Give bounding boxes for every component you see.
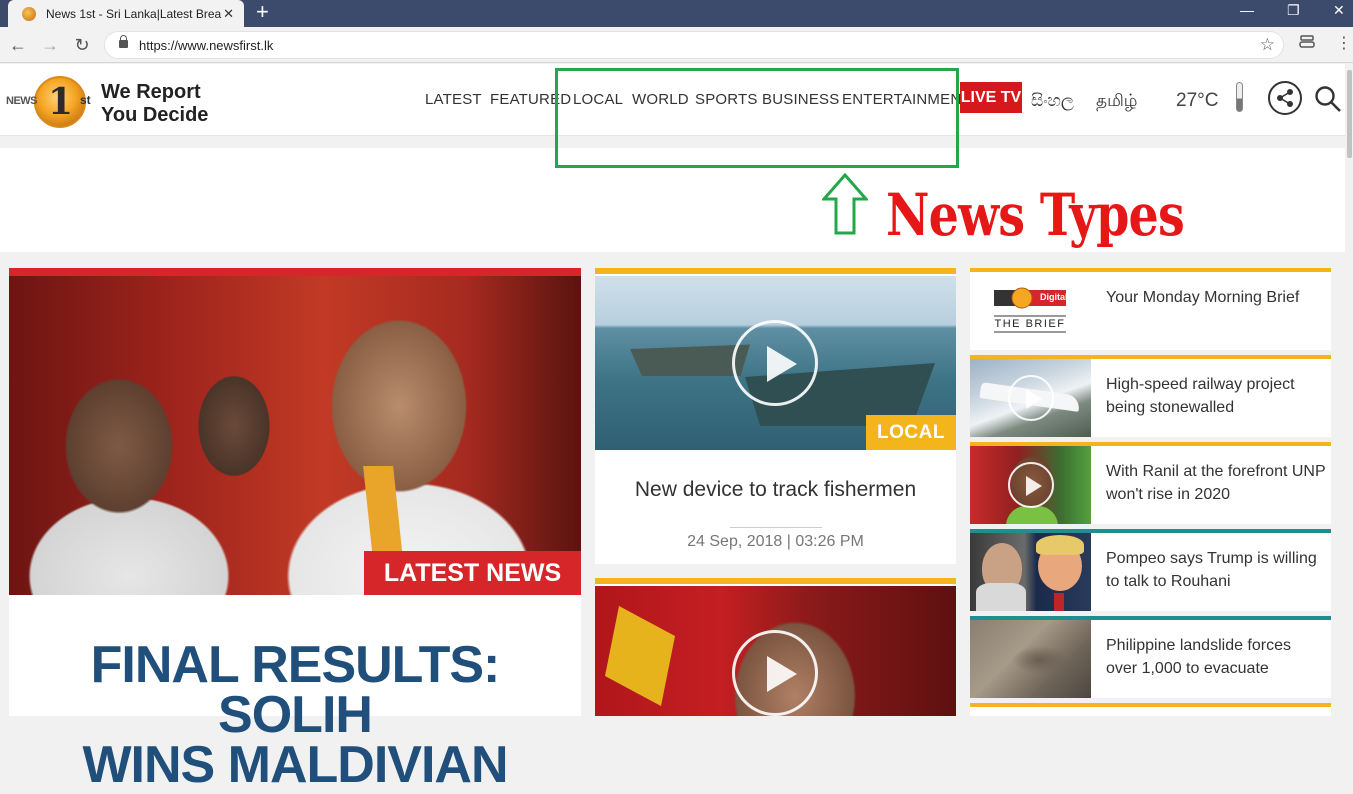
nav-latest[interactable]: LATEST: [425, 91, 482, 108]
hair-shape: [1036, 535, 1084, 555]
extension-icon[interactable]: [1299, 35, 1315, 52]
pompeo-thumbnail[interactable]: [970, 533, 1091, 611]
hero-headline[interactable]: FINAL RESULTS: SOLIH WINS MALDIVIAN: [9, 636, 581, 794]
shirt-shape: [1006, 506, 1058, 524]
annotation-highlight-box: [555, 68, 959, 168]
play-video-icon[interactable]: [1008, 462, 1054, 508]
reload-icon[interactable]: ↻: [70, 33, 94, 57]
sidebar-item-next[interactable]: [970, 703, 1331, 716]
browser-tab[interactable]: News 1st - Sri Lanka|Latest Breaking New…: [8, 0, 244, 27]
lang-tamil-link[interactable]: தமிழ்: [1096, 91, 1138, 113]
site-favicon-icon: [22, 6, 36, 21]
site-logo[interactable]: NEWS 1 st: [6, 75, 96, 129]
scrollbar-thumb[interactable]: [1347, 70, 1352, 158]
bookmark-star-icon[interactable]: ☆: [1260, 35, 1275, 55]
hero-image[interactable]: [9, 276, 581, 595]
hero-headline-line1: FINAL RESULTS: SOLIH: [90, 636, 501, 744]
play-video-icon[interactable]: [1008, 375, 1054, 421]
tie-shape: [1054, 593, 1064, 611]
annotation-up-arrow-icon: [822, 173, 868, 235]
browser-toolbar: ← → ↻ https://www.newsfirst.lk ☆ ⋮: [0, 27, 1353, 63]
lang-sinhala-link[interactable]: සිංහල: [1031, 91, 1074, 111]
hero-headline-line2: WINS MALDIVIAN: [82, 736, 508, 794]
unp-thumbnail[interactable]: [970, 446, 1091, 524]
play-video-icon[interactable]: [732, 320, 818, 406]
page-scrollbar[interactable]: [1345, 64, 1353, 716]
beard-shape: [976, 583, 1026, 611]
logo-st-text: st: [80, 93, 91, 107]
sidebar-item-title[interactable]: Philippine landslide forces over 1,000 t…: [1106, 634, 1326, 680]
search-icon[interactable]: [1314, 85, 1342, 113]
tab-close-icon[interactable]: ✕: [223, 6, 234, 22]
tab-title: News 1st - Sri Lanka|Latest Breaking New…: [46, 6, 222, 21]
forward-icon[interactable]: →: [38, 33, 62, 57]
lock-icon: [119, 35, 128, 48]
story-title[interactable]: New device to track fishermen: [595, 478, 956, 502]
sidebar-item-railway[interactable]: High-speed railway project being stonewa…: [970, 355, 1331, 437]
new-tab-button[interactable]: +: [256, 1, 269, 23]
railway-thumbnail[interactable]: [970, 359, 1091, 437]
tagline-line1: We Report: [101, 81, 201, 103]
back-icon[interactable]: ←: [6, 33, 30, 57]
sidebar-item-unp[interactable]: With Ranil at the forefront UNP won't ri…: [970, 442, 1331, 524]
local-category-badge[interactable]: LOCAL: [866, 415, 956, 450]
story-image-second[interactable]: [595, 586, 956, 716]
brief-digital-text: Digital: [1040, 292, 1068, 302]
url-text[interactable]: https://www.newsfirst.lk: [139, 38, 273, 53]
live-tv-button[interactable]: LIVE TV: [960, 82, 1022, 113]
sidebar-item-brief[interactable]: Digital THE BRIEF Your Monday Morning Br…: [970, 268, 1331, 350]
thermometer-icon: [1236, 82, 1243, 112]
sidebar-item-pompeo[interactable]: Pompeo says Trump is willing to talk to …: [970, 529, 1331, 611]
latest-news-badge[interactable]: LATEST NEWS: [364, 551, 581, 595]
sidebar-item-title[interactable]: High-speed railway project being stonewa…: [1106, 373, 1326, 419]
landslide-thumbnail[interactable]: [970, 620, 1091, 698]
sidebar-item-title[interactable]: Pompeo says Trump is willing to talk to …: [1106, 547, 1326, 593]
browser-tab-bar: News 1st - Sri Lanka|Latest Breaking New…: [0, 0, 1353, 27]
annotation-label: News Types: [886, 181, 1185, 249]
tagline-line2: You Decide: [101, 104, 209, 126]
flag-shape: [605, 606, 675, 706]
play-video-icon[interactable]: [732, 630, 818, 716]
divider: [730, 527, 822, 528]
minimize-icon[interactable]: —: [1240, 2, 1254, 18]
logo-one-text: 1: [48, 81, 74, 123]
site-tagline: We Report You Decide: [101, 81, 208, 127]
brief-thumbnail: Digital THE BRIEF: [970, 272, 1091, 350]
sidebar-item-title[interactable]: With Ranil at the forefront UNP won't ri…: [1106, 460, 1326, 506]
story-date: 24 Sep, 2018 | 03:26 PM: [687, 533, 864, 550]
temperature-readout: 27°C: [1176, 90, 1219, 111]
logo-news-text: NEWS: [6, 95, 38, 107]
address-bar[interactable]: https://www.newsfirst.lk ☆: [104, 31, 1284, 59]
window-close-icon[interactable]: ✕: [1333, 2, 1345, 19]
brief-logo-icon: [994, 287, 1066, 333]
browser-menu-icon[interactable]: ⋮: [1336, 33, 1352, 53]
brief-label: THE BRIEF: [994, 318, 1066, 330]
sidebar-item-landslide[interactable]: Philippine landslide forces over 1,000 t…: [970, 616, 1331, 698]
sidebar-item-title[interactable]: Your Monday Morning Brief: [1106, 286, 1326, 309]
maximize-icon[interactable]: ❐: [1287, 2, 1300, 19]
share-icon[interactable]: [1268, 81, 1302, 115]
